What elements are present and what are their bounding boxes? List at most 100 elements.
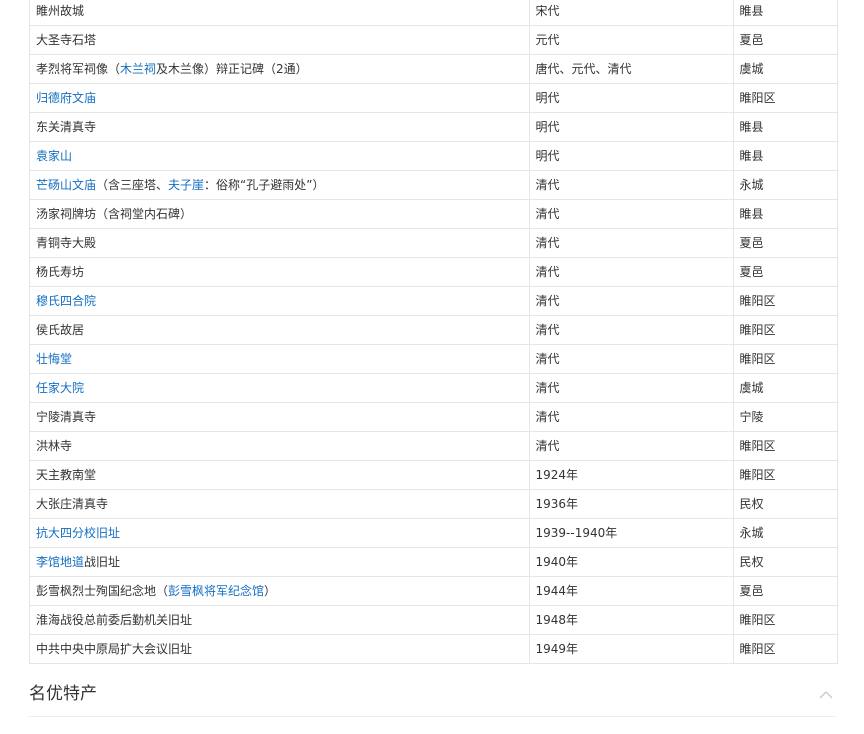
section-divider: [29, 716, 836, 717]
location-cell: 睢阳区: [733, 344, 837, 374]
table-row: 芒砀山文庙（含三座塔、夫子崖：俗称“孔子避雨处”） 清代 永城: [30, 170, 837, 200]
table-row: 睢州故城 宋代 睢县: [30, 0, 837, 26]
site-name-cell: 李馆地道战旧址: [30, 547, 530, 577]
site-name-text: （含三座塔、: [96, 178, 169, 192]
site-name-cell: 睢州故城: [30, 0, 530, 26]
site-name-text: 睢州故城: [36, 4, 85, 18]
site-name-cell: 青铜寺大殿: [30, 228, 530, 258]
table-row: 壮悔堂 清代 睢阳区: [30, 344, 837, 374]
table-row: 穆氏四合院 清代 睢阳区: [30, 286, 837, 316]
location-cell: 永城: [733, 518, 837, 548]
table-row: 天主教南堂 1924年 睢阳区: [30, 460, 837, 490]
location-cell: 夏邑: [733, 228, 837, 258]
site-name-text: ：俗称“孔子避雨处”）: [204, 178, 325, 192]
era-cell: 1948年: [529, 605, 734, 635]
site-link[interactable]: 归德府文庙: [36, 91, 96, 105]
location-cell: 睢阳区: [733, 315, 837, 345]
location-cell: 睢县: [733, 141, 837, 171]
location-cell: 宁陵: [733, 402, 837, 432]
site-name-cell: 中共中央中原局扩大会议旧址: [30, 634, 530, 663]
table-row: 彭雪枫烈士殉国纪念地（彭雪枫将军纪念馆） 1944年 夏邑: [30, 576, 837, 606]
era-cell: 宋代: [529, 0, 734, 26]
era-cell: 清代: [529, 170, 734, 200]
site-link[interactable]: 抗大四分校旧址: [36, 526, 120, 540]
location-cell: 睢县: [733, 112, 837, 142]
site-link[interactable]: 彭雪枫将军纪念馆: [168, 584, 264, 598]
site-name-text: 宁陵清真寺: [36, 410, 97, 424]
site-link[interactable]: 穆氏四合院: [36, 294, 96, 308]
location-cell: 睢阳区: [733, 460, 837, 490]
site-name-cell: 侯氏故居: [30, 315, 530, 345]
site-name-cell: 宁陵清真寺: [30, 402, 530, 432]
site-name-text: 孝烈将军祠像（: [36, 62, 121, 76]
site-name-cell: 汤家祠牌坊（含祠堂内石碑）: [30, 199, 530, 229]
location-cell: 夏邑: [733, 25, 837, 55]
location-cell: 永城: [733, 170, 837, 200]
site-name-text: 青铜寺大殿: [36, 236, 97, 250]
location-cell: 民权: [733, 547, 837, 577]
site-name-cell: 大圣寺石塔: [30, 25, 530, 55]
site-name-cell: 孝烈将军祠像（木兰祠及木兰像）辩正记碑（2通）: [30, 54, 530, 84]
site-link[interactable]: 壮悔堂: [36, 352, 72, 366]
location-cell: 夏邑: [733, 576, 837, 606]
table-row: 任家大院 清代 虞城: [30, 373, 837, 403]
era-cell: 1944年: [529, 576, 734, 606]
site-name-cell: 归德府文庙: [30, 83, 530, 113]
heritage-table-body: 睢州故城 宋代 睢县 大圣寺石塔 元代 夏邑 孝烈将军祠像（木兰祠及木兰像）辩正记碑（2通）…: [30, 0, 837, 663]
era-cell: 清代: [529, 344, 734, 374]
site-name-cell: 穆氏四合院: [30, 286, 530, 316]
table-row: 侯氏故居 清代 睢阳区: [30, 315, 837, 345]
site-name-cell: 袁家山: [30, 141, 530, 171]
era-cell: 明代: [529, 83, 734, 113]
era-cell: 清代: [529, 402, 734, 432]
site-name-text: ）: [264, 584, 277, 598]
era-cell: 清代: [529, 199, 734, 229]
era-cell: 1949年: [529, 634, 734, 663]
site-name-text: 中共中央中原局扩大会议旧址: [36, 642, 193, 656]
site-link[interactable]: 夫子崖: [168, 178, 204, 192]
site-name-text: 杨氏寿坊: [36, 265, 85, 279]
era-cell: 清代: [529, 431, 734, 461]
site-name-text: 彭雪枫烈士殉国纪念地（: [36, 584, 169, 598]
location-cell: 夏邑: [733, 257, 837, 287]
era-cell: 明代: [529, 141, 734, 171]
site-name-cell: 大张庄清真寺: [30, 489, 530, 519]
site-link[interactable]: 任家大院: [36, 381, 84, 395]
site-link[interactable]: 木兰祠: [120, 62, 156, 76]
location-cell: 虞城: [733, 373, 837, 403]
table-row: 青铜寺大殿 清代 夏邑: [30, 228, 837, 258]
site-name-text: 大张庄清真寺: [36, 497, 109, 511]
site-name-cell: 杨氏寿坊: [30, 257, 530, 287]
era-cell: 清代: [529, 257, 734, 287]
site-name-cell: 彭雪枫烈士殉国纪念地（彭雪枫将军纪念馆）: [30, 576, 530, 606]
era-cell: 清代: [529, 373, 734, 403]
table-row: 淮海战役总前委后勤机关旧址 1948年 睢阳区: [30, 605, 837, 635]
site-link[interactable]: 李馆地道: [36, 555, 84, 569]
site-name-text: 东关清真寺: [36, 120, 97, 134]
chevron-up-icon[interactable]: [818, 688, 834, 700]
era-cell: 清代: [529, 315, 734, 345]
site-name-cell: 洪林寺: [30, 431, 530, 461]
location-cell: 虞城: [733, 54, 837, 84]
table-row: 宁陵清真寺 清代 宁陵: [30, 402, 837, 432]
era-cell: 清代: [529, 286, 734, 316]
table-row: 大张庄清真寺 1936年 民权: [30, 489, 837, 519]
site-name-text: 天主教南堂: [36, 468, 97, 482]
era-cell: 1936年: [529, 489, 734, 519]
site-name-cell: 任家大院: [30, 373, 530, 403]
table-row: 袁家山 明代 睢县: [30, 141, 837, 171]
era-cell: 1939--1940年: [529, 518, 734, 548]
section-title: 名优特产: [29, 684, 97, 704]
era-cell: 1940年: [529, 547, 734, 577]
site-name-cell: 抗大四分校旧址: [30, 518, 530, 548]
site-link[interactable]: 袁家山: [36, 149, 72, 163]
table-row: 汤家祠牌坊（含祠堂内石碑） 清代 睢县: [30, 199, 837, 229]
table-row: 洪林寺 清代 睢阳区: [30, 431, 837, 461]
location-cell: 睢县: [733, 0, 837, 26]
era-cell: 1924年: [529, 460, 734, 490]
heritage-table: 睢州故城 宋代 睢县 大圣寺石塔 元代 夏邑 孝烈将军祠像（木兰祠及木兰像）辩正记碑（2通）…: [30, 0, 837, 663]
site-link[interactable]: 芒砀山文庙: [36, 178, 96, 192]
site-name-cell: 壮悔堂: [30, 344, 530, 374]
site-name-text: 汤家祠牌坊（含祠堂内石碑）: [36, 207, 193, 221]
location-cell: 民权: [733, 489, 837, 519]
